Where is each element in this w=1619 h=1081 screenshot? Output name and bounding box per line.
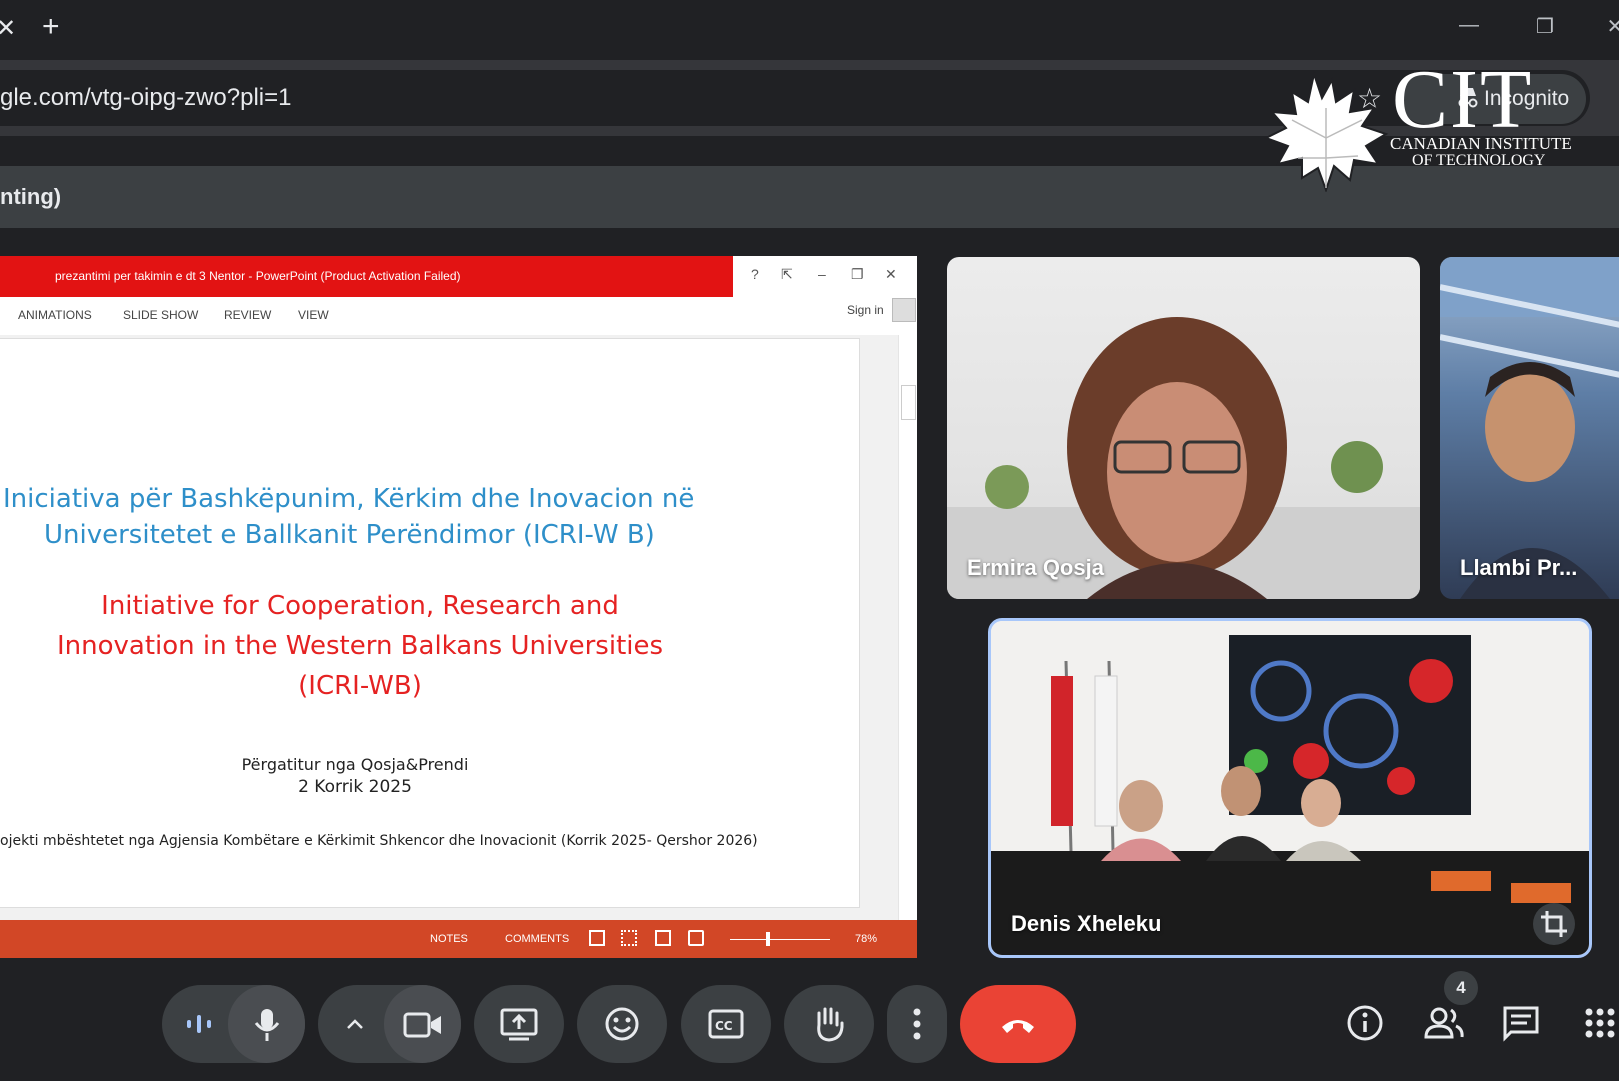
cit-logo-text: CIT [1392,53,1534,146]
participant-tile-ermira[interactable]: Ermira Qosja [947,257,1420,599]
user-avatar-icon[interactable] [892,298,916,322]
slide-title-english-line3: (ICRI-WB) [298,671,422,701]
cit-logo-line1: CANADIAN INSTITUTE [1390,134,1572,153]
slide-show-icon[interactable] [688,930,704,946]
slide-sorter-icon[interactable] [621,930,637,946]
url-text[interactable]: gle.com/vtg-oipg-zwo?pli=1 [0,84,291,112]
restore-icon[interactable]: ❐ [851,266,864,283]
slide: Iniciativa për Bashkëpunim, Kërkim dhe I… [0,338,860,908]
close-icon[interactable]: ✕ [885,266,897,283]
powerpoint-ribbon-tabs: ANIMATIONS SLIDE SHOW REVIEW VIEW [0,297,917,335]
tab-view[interactable]: VIEW [298,308,329,322]
reactions-button[interactable] [577,985,667,1063]
participant-video [991,621,1589,955]
minimize-window-button[interactable]: — [1454,14,1484,44]
participants-count-badge: 4 [1444,971,1478,1005]
camera-control-group [318,985,461,1063]
powerpoint-window-title: prezantimi per takimin e dt 3 Nentor - P… [55,269,461,283]
slide-title-albanian-line2: Universitetet e Ballkanit Perëndimor (IC… [44,520,655,550]
comments-button[interactable]: COMMENTS [505,933,569,945]
microphone-button[interactable] [228,985,305,1063]
framing-button[interactable] [1533,903,1575,945]
new-tab-button[interactable]: + [42,10,60,44]
present-screen-button[interactable] [474,985,564,1063]
leave-call-icon [1002,1020,1034,1033]
slide-title-english-line1: Initiative for Cooperation, Research and [101,591,619,621]
slide-title-albanian-line1: Iniciativa për Bashkëpunim, Kërkim dhe I… [3,484,695,514]
ribbon-display-icon[interactable]: ⇱ [781,266,793,283]
meeting-details-button[interactable] [1345,1003,1385,1043]
help-button[interactable]: ? [751,266,759,282]
reading-view-icon[interactable] [655,930,671,946]
powerpoint-status-bar: NOTES COMMENTS 78% [0,920,917,958]
audio-level-icon [187,1015,211,1033]
more-options-button[interactable] [887,985,947,1063]
raise-hand-button[interactable] [784,985,874,1063]
slide-date: 2 Korrik 2025 [298,777,412,797]
slide-footer-text: ojekti mbështetet nga Agjensia Kombëtare… [0,833,758,849]
participant-name: Ermira Qosja [967,555,1104,580]
restore-window-button[interactable]: ❐ [1530,14,1560,44]
people-button[interactable] [1423,1003,1465,1043]
powerpoint-window-controls: ? ⇱ – ❐ ✕ [733,256,917,297]
apps-icon [1585,1008,1615,1038]
emoji-icon [605,1007,639,1041]
camera-button[interactable] [384,985,461,1063]
close-tab-icon[interactable]: ✕ [0,14,16,43]
participant-tile-llambi[interactable]: Llambi Pr... [1440,257,1619,599]
zoom-slider-thumb[interactable] [766,932,770,946]
meet-window: ✕ + — ❐ ✕ gle.com/vtg-oipg-zwo?pli=1 ☆ I… [0,0,1619,1081]
tab-animations[interactable]: ANIMATIONS [18,308,92,322]
microphone-icon [254,1009,280,1041]
slide-prepared-by: Përgatitur nga Qosja&Prendi [241,755,469,774]
more-options-icon [913,1008,921,1040]
powerpoint-title-bar: prezantimi per takimin e dt 3 Nentor - P… [0,256,733,297]
slide-title-english-line2: Innovation in the Western Balkans Univer… [56,631,664,661]
participant-name: Llambi Pr... [1460,555,1578,580]
people-icon [1424,1007,1464,1039]
crop-icon [1541,911,1567,937]
captions-icon: CC [708,1009,744,1039]
notes-button[interactable]: NOTES [430,933,468,945]
slide-scrollbar[interactable] [898,335,917,938]
tab-review[interactable]: REVIEW [224,308,271,322]
browser-tab-bar: ✕ + — ❐ ✕ [0,0,1619,60]
info-icon [1347,1005,1383,1041]
presentation-screen-share: prezantimi per takimin e dt 3 Nentor - P… [0,256,917,958]
sign-in-link[interactable]: Sign in [847,303,884,317]
close-window-button[interactable]: ✕ [1600,14,1619,44]
chat-button[interactable] [1501,1004,1541,1042]
normal-view-icon[interactable] [589,930,605,946]
chat-icon [1503,1006,1539,1042]
camera-icon [403,1012,441,1038]
zoom-level[interactable]: 78% [855,933,877,945]
participant-tile-denis[interactable]: Denis Xheleku [988,618,1592,958]
activities-button[interactable] [1584,1007,1616,1039]
svg-text:CC: CC [715,1019,733,1033]
maple-leaf-icon [1263,70,1389,192]
participant-name: Denis Xheleku [1011,911,1162,936]
participant-video [947,317,1420,599]
meeting-title: nting) [0,184,62,209]
zoom-slider[interactable] [730,939,830,940]
leave-call-button[interactable] [960,985,1076,1063]
participant-video [1440,257,1619,599]
present-screen-icon [500,1008,538,1041]
captions-button[interactable]: CC [681,985,771,1063]
cit-logo: CIT CANADIAN INSTITUTE OF TECHNOLOGY [1262,58,1572,194]
minimize-icon[interactable]: – [818,266,826,282]
cit-logo-line2: OF TECHNOLOGY [1412,152,1546,169]
tab-slide-show[interactable]: SLIDE SHOW [123,308,198,322]
microphone-control-group [162,985,305,1063]
scrollbar-thumb[interactable] [901,385,916,420]
raise-hand-icon [817,1007,844,1042]
chevron-up-icon[interactable] [344,1013,366,1035]
